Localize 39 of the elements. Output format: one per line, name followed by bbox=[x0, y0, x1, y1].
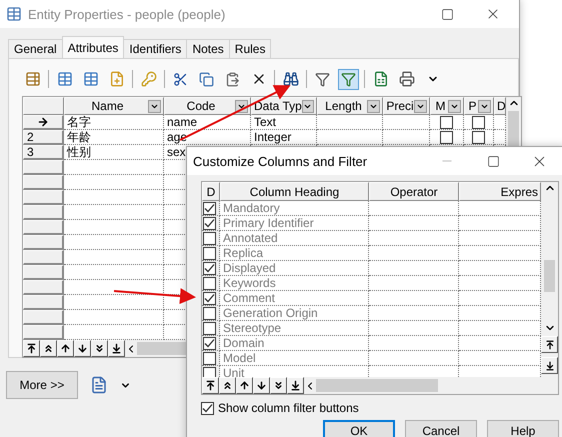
table-cell: 名字 bbox=[64, 115, 164, 130]
table-cell: Comment bbox=[220, 291, 369, 306]
table-cell: Integer bbox=[251, 130, 317, 145]
table-cell: Annotated bbox=[220, 231, 369, 246]
column-header[interactable]: Length bbox=[317, 97, 383, 115]
dialog-button[interactable]: Cancel bbox=[405, 420, 477, 437]
row-header[interactable]: 2 bbox=[23, 130, 64, 145]
column-header[interactable]: Code bbox=[164, 97, 251, 115]
window-title: Entity Properties - people (people) bbox=[28, 6, 226, 22]
column-header[interactable]: Data Typ bbox=[251, 97, 317, 115]
table-cell: Primary Identifier bbox=[220, 216, 369, 231]
table-cell: Displayed bbox=[220, 261, 369, 276]
table-cell: Mandatory bbox=[220, 201, 369, 216]
table-cell: Text bbox=[251, 115, 317, 130]
table-cell: Generation Origin bbox=[220, 306, 369, 321]
column-header[interactable]: Name bbox=[64, 97, 164, 115]
table-cell: 性别 bbox=[64, 145, 164, 160]
tab[interactable]: General bbox=[8, 39, 63, 58]
row-header[interactable]: 3 bbox=[23, 145, 64, 160]
column-header[interactable]: P bbox=[464, 97, 494, 115]
table-cell: Stereotype bbox=[220, 321, 369, 336]
table-cell: Domain bbox=[220, 336, 369, 351]
column-header[interactable]: Expres bbox=[459, 182, 541, 201]
column-header[interactable]: D bbox=[202, 182, 220, 201]
checkbox-label: Show column filter buttons bbox=[218, 401, 359, 415]
table-cell: 年龄 bbox=[64, 130, 164, 145]
table-cell: Keywords bbox=[220, 276, 369, 291]
tab[interactable]: Rules bbox=[228, 39, 272, 58]
dialog-button[interactable]: OK bbox=[323, 420, 395, 437]
table-cell: name bbox=[164, 115, 251, 130]
tab[interactable]: Attributes bbox=[62, 36, 124, 58]
column-header[interactable]: M bbox=[430, 97, 464, 115]
table-cell: Model bbox=[220, 351, 369, 366]
column-header[interactable]: D bbox=[494, 97, 506, 115]
more-button[interactable]: More >> bbox=[6, 371, 78, 399]
table-cell: Replica bbox=[220, 246, 369, 261]
column-header[interactable]: Column Heading bbox=[220, 182, 369, 201]
column-header[interactable]: Preci bbox=[383, 97, 430, 115]
column-header[interactable]: Operator bbox=[369, 182, 459, 201]
